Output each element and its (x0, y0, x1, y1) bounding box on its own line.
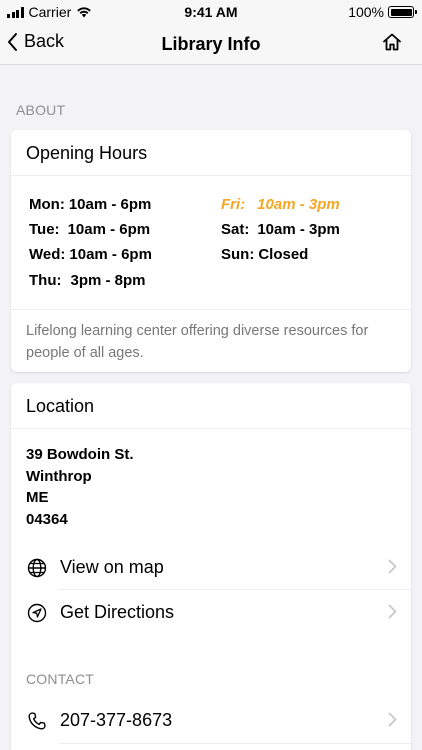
divider (59, 743, 411, 744)
day-label: Wed: (29, 246, 66, 263)
day-label: Mon: (29, 196, 65, 213)
day-label: Sat: (221, 221, 250, 238)
hours-row-thu: Thu: 3pm - 8pm (29, 272, 146, 289)
opening-hours-card: Opening Hours Mon: 10am - 6pm Tue: 10am - … (11, 130, 411, 372)
chevron-right-icon (388, 712, 397, 727)
time-label: 10am - 6pm (69, 246, 152, 263)
address-state: ME (26, 489, 49, 506)
time-label: 10am - 6pm (68, 196, 152, 213)
view-on-map-label: View on map (60, 557, 164, 577)
nav-bar: Back Library Info (0, 24, 422, 65)
divider (11, 309, 411, 310)
view-on-map-button[interactable]: View on map (26, 545, 411, 590)
phone-button[interactable]: 207-377-8673 (26, 698, 411, 743)
chevron-right-icon (388, 559, 397, 574)
battery-percent: 100% (348, 4, 384, 20)
day-label: Thu: (29, 272, 62, 289)
opening-hours-title: Opening Hours (11, 130, 411, 176)
location-title: Location (11, 383, 411, 429)
phone-icon (26, 710, 48, 732)
hours-row-sun: Sun: Closed (221, 246, 308, 263)
get-directions-button[interactable]: Get Directions (26, 590, 411, 635)
address-block: 39 Bowdoin St. Winthrop ME 04364 (26, 444, 134, 530)
address-street: 39 Bowdoin St. (26, 446, 134, 463)
time-label: 3pm - 8pm (70, 272, 146, 289)
get-directions-label: Get Directions (60, 602, 175, 622)
location-card: Location 39 Bowdoin St. Winthrop ME 0436… (11, 383, 411, 750)
time-label: 10am - 6pm (67, 221, 151, 238)
chevron-right-icon (388, 604, 397, 619)
status-bar: Carrier 9:41 AM 100% (0, 0, 422, 24)
day-label: Sun: (221, 246, 255, 263)
status-right: 100% (348, 4, 417, 20)
address-zip: 04364 (26, 510, 68, 528)
day-label: Tue: (29, 221, 60, 238)
page-title: Library Info (161, 34, 261, 54)
globe-icon (26, 557, 48, 579)
section-header-contact: CONTACT (26, 671, 95, 687)
time-label: 10am - 3pm (257, 196, 340, 213)
time-label: 10am - 3pm (257, 221, 340, 238)
home-button[interactable] (382, 32, 402, 57)
hours-row-fri: Fri: 10am - 3pm (221, 196, 340, 213)
library-description: Lifelong learning center offering divers… (26, 323, 369, 361)
battery-fill (390, 8, 412, 16)
hours-grid: Mon: 10am - 6pm Tue: 10am - 6pm Wed: 10am -… (29, 194, 401, 304)
time-label: Closed (258, 246, 309, 263)
section-header-about: ABOUT (16, 102, 66, 118)
hours-row-mon: Mon: 10am - 6pm (29, 196, 151, 213)
home-icon (383, 33, 401, 51)
day-label: Fri: (221, 196, 246, 213)
navigation-icon (26, 602, 48, 624)
address-city: Winthrop (26, 467, 92, 485)
battery-icon (388, 6, 417, 18)
hours-row-tue: Tue: 10am - 6pm (29, 221, 150, 238)
hours-row-sat: Sat: 10am - 3pm (221, 221, 340, 238)
hours-row-wed: Wed: 10am - 6pm (29, 246, 152, 263)
phone-label: 207-377-8673 (60, 710, 173, 730)
